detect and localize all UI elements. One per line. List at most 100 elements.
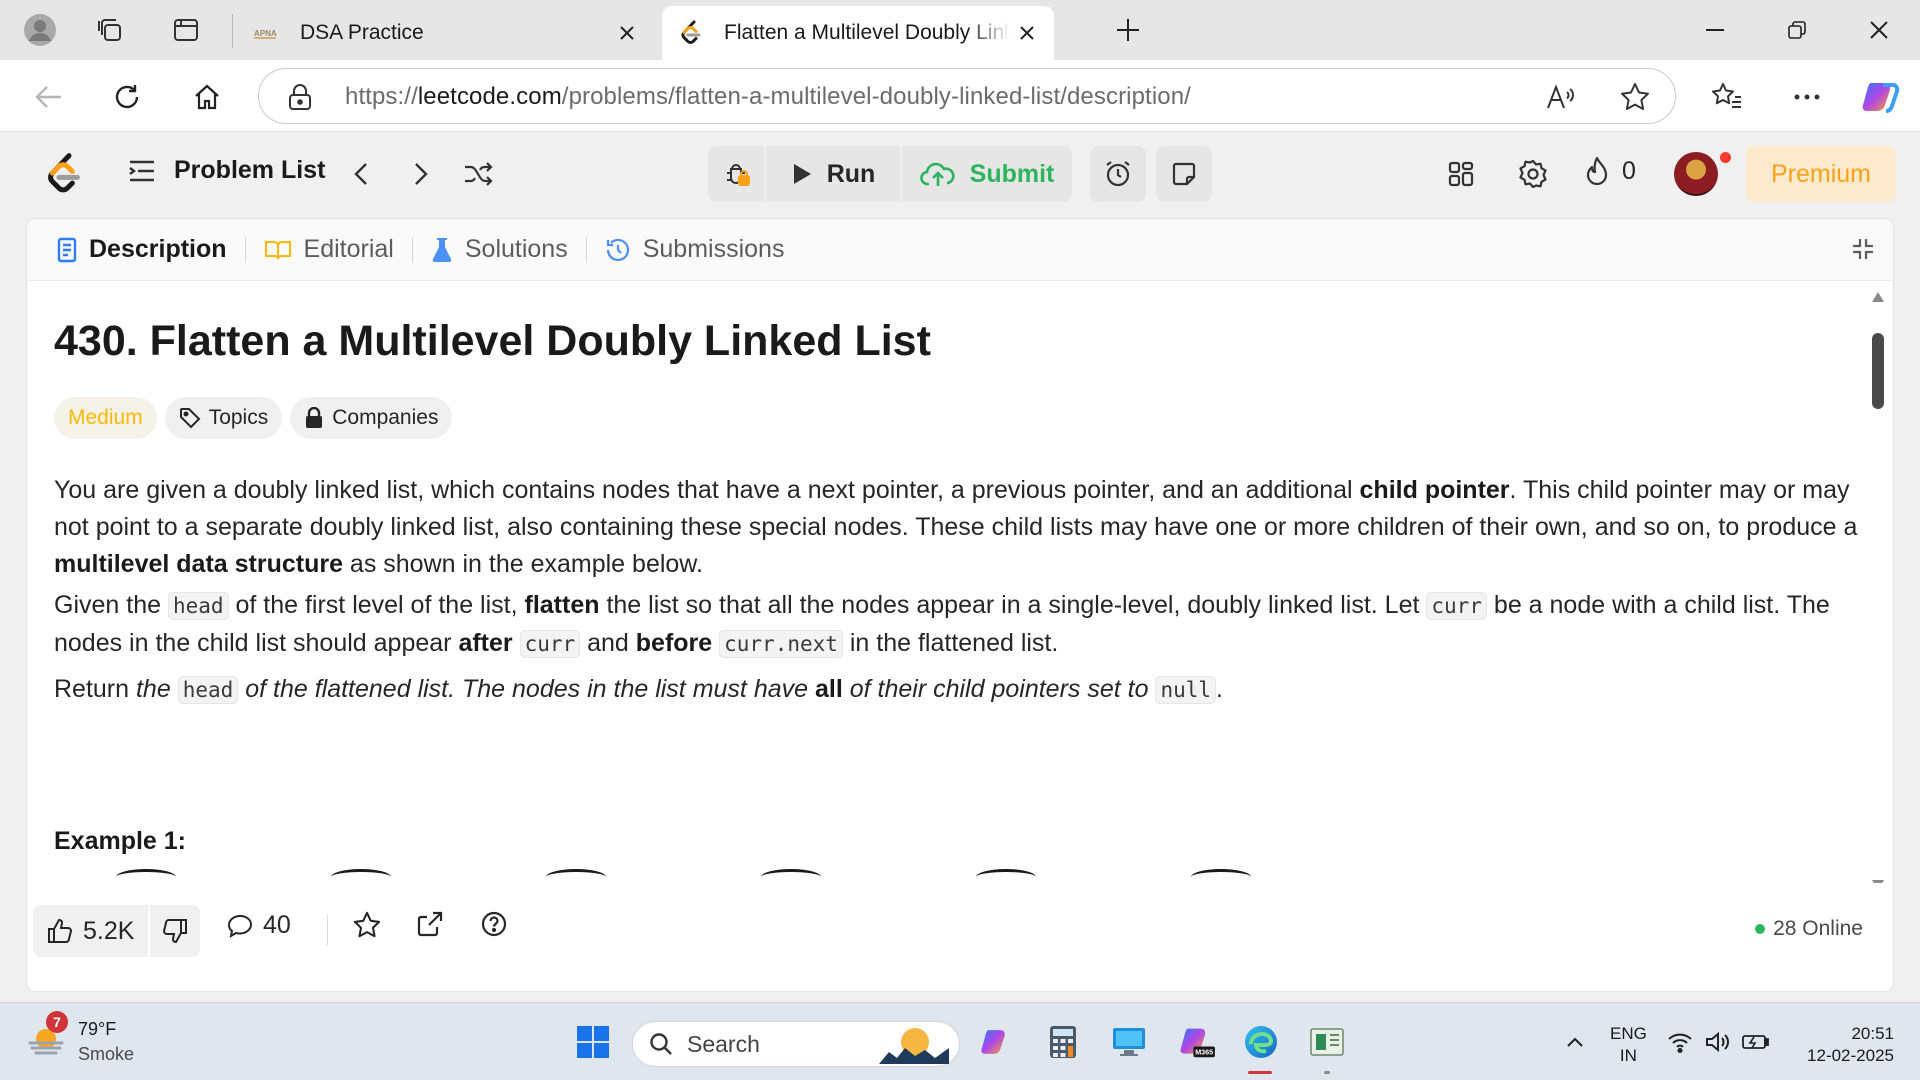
calculator-icon[interactable] [1042,1021,1084,1063]
description-scroll-area[interactable]: 430. Flatten a Multilevel Doubly Linked … [27,281,1893,885]
comment-icon [227,914,253,938]
debug-bug-icon[interactable] [708,146,764,202]
thumbs-down-icon [163,919,188,944]
cloud-upload-icon [919,162,955,186]
copilot-icon[interactable] [1858,74,1904,120]
shuffle-icon[interactable] [460,154,498,194]
history-icon [605,237,631,263]
profile-icon[interactable] [20,10,60,50]
battery-icon[interactable] [1740,1021,1772,1063]
notification-dot [1720,152,1731,163]
scrollbar[interactable] [1871,291,1885,885]
like-dislike-group: 5.2K [33,905,201,957]
address-bar[interactable]: https://leetcode.com/problems/flatten-a-… [258,68,1676,124]
browser-tab-strip: APNA DSA Practice Flatten a Multilevel D… [0,0,1920,60]
lock-icon[interactable] [287,83,313,111]
tab-dsa-practice[interactable]: APNA DSA Practice [238,6,654,60]
system-clock[interactable]: 20:51 12-02-2025 [1807,1023,1894,1067]
m365-icon[interactable]: M365 [1176,1021,1218,1063]
comments-button[interactable]: 40 [227,911,291,940]
favorite-star-icon[interactable] [353,911,381,939]
play-icon [793,164,811,184]
temperature: 79°F [78,1019,117,1039]
more-options-icon[interactable] [1784,74,1830,120]
collapse-panel-icon[interactable] [1851,237,1875,261]
problem-list-button[interactable]: Problem List [128,156,325,185]
description-paragraph: You are given a doubly linked list, whic… [54,476,1858,578]
help-icon[interactable] [481,911,507,937]
share-icon[interactable] [417,911,443,937]
notepad-app-icon[interactable] [1306,1021,1348,1063]
edge-browser-icon[interactable] [1240,1021,1282,1063]
windows-start-icon[interactable] [572,1021,614,1063]
tab-editorial[interactable]: Editorial [256,235,402,264]
notes-icon[interactable] [1156,146,1212,202]
close-window-icon[interactable] [1838,0,1920,60]
favorite-star-icon[interactable] [1617,79,1653,115]
volume-icon[interactable] [1702,1021,1734,1063]
tab-solutions[interactable]: Solutions [423,235,576,264]
copilot-app-icon[interactable] [976,1021,1018,1063]
premium-button[interactable]: Premium [1746,146,1896,202]
page-title: 430. Flatten a Multilevel Doubly Linked … [54,317,931,365]
avatar[interactable] [1674,152,1718,196]
scrollbar-thumb[interactable] [1872,333,1884,409]
back-icon[interactable] [26,74,72,120]
lock-icon [304,407,324,429]
tab-divider [411,236,413,263]
show-hidden-icons[interactable] [1554,1021,1596,1063]
companies-button[interactable]: Companies [290,397,453,439]
browser-toolbar: https://leetcode.com/problems/flatten-a-… [0,60,1920,132]
layout-grid-icon[interactable] [1444,154,1478,194]
running-app-indicator [1324,1071,1330,1074]
like-count: 5.2K [83,916,135,945]
topics-button[interactable]: Topics [164,397,283,439]
tab-submissions[interactable]: Submissions [597,235,793,264]
workspaces-icon[interactable] [90,10,130,50]
footer-divider [327,915,328,945]
language-indicator[interactable]: ENG IN [1610,1023,1647,1067]
daily-streak[interactable]: 0 [1584,156,1636,186]
apna-logo-icon: APNA [254,20,280,46]
weather-widget[interactable]: 7 79°F Smoke [28,1011,135,1067]
leetcode-logo-icon[interactable] [44,152,84,196]
active-app-indicator [1248,1071,1272,1074]
leetcode-icon [678,20,704,46]
description-panel: Description Editorial Solutions Submissi… [26,218,1894,992]
dislike-button[interactable] [150,905,201,957]
restore-icon[interactable] [1756,0,1838,60]
tag-icon [179,407,201,429]
tab-description[interactable]: Description [49,235,235,264]
scroll-up-icon [1872,292,1884,302]
close-tab-icon[interactable] [1010,16,1044,50]
flask-icon [431,237,453,263]
new-tab-icon[interactable] [1108,10,1148,50]
settings-gear-icon[interactable] [1516,154,1550,194]
leetcode-header: Problem List Run Submit 0 Premium [0,132,1920,216]
timer-icon[interactable] [1090,146,1146,202]
close-tab-icon[interactable] [610,16,644,50]
comment-count: 40 [263,911,291,939]
tab-title: Flatten a Multilevel Doubly Linked List … [724,21,1010,44]
prev-problem-icon[interactable] [346,154,376,194]
home-icon[interactable] [184,74,230,120]
read-aloud-icon[interactable] [1543,79,1579,115]
minimize-icon[interactable] [1674,0,1756,60]
tab-leetcode-problem[interactable]: Flatten a Multilevel Doubly Linked List … [662,6,1054,60]
online-count: 28 Online [1755,917,1863,941]
url-text[interactable]: https://leetcode.com/problems/flatten-a-… [345,83,1191,111]
search-placeholder: Search [687,1030,760,1057]
weather-condition: Smoke [78,1044,135,1064]
example-heading: Example 1: [54,827,187,855]
wifi-icon[interactable] [1664,1021,1696,1063]
remote-desktop-icon[interactable] [1108,1021,1150,1063]
run-button[interactable]: Run [766,146,900,202]
refresh-icon[interactable] [104,74,150,120]
like-button[interactable]: 5.2K [33,905,149,957]
favorites-icon[interactable] [1704,74,1750,120]
tab-actions-icon[interactable] [166,10,206,50]
next-problem-icon[interactable] [406,154,436,194]
online-status-dot [1755,924,1766,934]
submit-button[interactable]: Submit [902,146,1072,202]
taskbar-search[interactable]: Search [632,1021,960,1067]
